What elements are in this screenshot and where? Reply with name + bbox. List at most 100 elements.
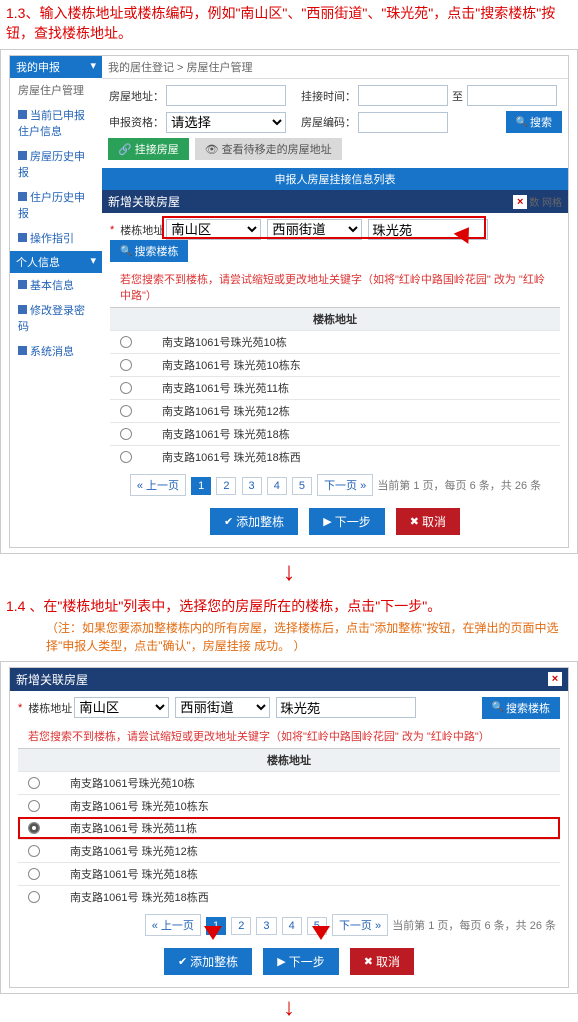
pager-page[interactable]: 4 [282, 917, 302, 935]
cancel-button[interactable]: ✖取消 [396, 508, 460, 535]
pager-page[interactable]: 3 [256, 917, 276, 935]
square-icon [18, 233, 27, 242]
square-icon [18, 305, 27, 314]
to-label: 至 [452, 88, 463, 104]
list-item-selected[interactable]: 南支路1061号 珠光苑11栋 [18, 817, 560, 839]
radio-icon[interactable] [28, 822, 40, 834]
time-label: 挂接时间： [300, 88, 356, 104]
district-select[interactable]: 南山区 [166, 219, 261, 240]
sidebar-item-basic[interactable]: 基本信息 [10, 273, 102, 298]
pager-next[interactable]: 下一页 » [317, 474, 373, 496]
pager-prev[interactable]: « 上一页 [145, 914, 201, 936]
add-block-button[interactable]: ✔添加整栋 [210, 508, 298, 535]
pagination: « 上一页 1 2 3 4 5 下一页 » 当前第 1 页，每页 6 条，共 2… [110, 468, 560, 502]
attach-house-button[interactable]: 🔗挂接房屋 [108, 138, 189, 160]
sidebar-item-current[interactable]: 当前已申报住户信息 [10, 103, 102, 144]
time-from-input[interactable] [358, 85, 448, 106]
sidebar-group-house[interactable]: 房屋住户管理 [10, 78, 102, 103]
radio-icon[interactable] [120, 451, 132, 463]
pager-page[interactable]: 5 [292, 477, 312, 495]
addr-input[interactable] [166, 85, 286, 106]
list-header: 楼栋地址 [110, 307, 560, 330]
list-item[interactable]: 南支路1061号 珠光苑11栋 [110, 376, 560, 399]
step14-instruction: 1.4 、在"楼栋地址"列表中，选择您的房屋所在的楼栋，点击"下一步"。 [0, 593, 578, 617]
close-icon[interactable]: × [548, 672, 562, 686]
check-icon: ✔ [178, 955, 187, 968]
list-item[interactable]: 南支路1061号 珠光苑12栋 [110, 399, 560, 422]
pager-prev[interactable]: « 上一页 [130, 474, 186, 496]
arrow-down-icon [312, 926, 330, 940]
list-item[interactable]: 南支路1061号 珠光苑18栋西 [110, 445, 560, 468]
qual-select[interactable]: 请选择 [166, 112, 286, 133]
sidebar-item-history-resident[interactable]: 住户历史申报 [10, 185, 102, 226]
radio-icon[interactable] [120, 382, 132, 394]
note-text: 若您搜索不到楼栋，请尝试缩短或更改地址关键字（如将"红岭中路国岭花园" 改为 "… [110, 267, 560, 307]
list-item[interactable]: 南支路1061号 珠光苑18栋西 [18, 885, 560, 908]
modal-addr-label: 楼栋地址 [24, 700, 72, 716]
search-building-button[interactable]: 搜索楼栋 [482, 697, 560, 719]
radio-icon[interactable] [120, 336, 132, 348]
next-button[interactable]: ▶下一步 [263, 948, 338, 975]
list-title-bar: 申报人房屋挂接信息列表 [102, 168, 568, 190]
arrow-down-icon: ↓ [0, 554, 578, 593]
pager-page[interactable]: 2 [231, 917, 251, 935]
radio-icon[interactable] [28, 868, 40, 880]
street-select[interactable]: 西丽街道 [175, 697, 270, 718]
radio-icon[interactable] [120, 359, 132, 371]
pager-next[interactable]: 下一页 » [332, 914, 388, 936]
x-icon: ✖ [410, 515, 419, 528]
pager-page[interactable]: 4 [267, 477, 287, 495]
radio-icon[interactable] [28, 777, 40, 789]
pager-page[interactable]: 1 [191, 477, 211, 495]
add-block-button[interactable]: ✔添加整栋 [164, 948, 252, 975]
list-item[interactable]: 南支路1061号 珠光苑10栋东 [110, 353, 560, 376]
list-item[interactable]: 南支路1061号 珠光苑12栋 [18, 839, 560, 862]
pager-info: 当前第 1 页，每页 6 条，共 26 条 [392, 920, 556, 932]
caret-icon: ▾ [90, 59, 96, 72]
code-input[interactable] [358, 112, 448, 133]
eye-icon: 👁 [205, 143, 219, 156]
arrow-right-icon: ▶ [323, 515, 331, 528]
radio-icon[interactable] [120, 405, 132, 417]
radio-icon[interactable] [28, 800, 40, 812]
square-icon [18, 346, 27, 355]
next-button[interactable]: ▶下一步 [309, 508, 384, 535]
street-select[interactable]: 西丽街道 [267, 219, 362, 240]
caret-icon: ▾ [90, 254, 96, 267]
x-icon: ✖ [364, 955, 373, 968]
close-icon[interactable]: × [513, 195, 527, 209]
block-input[interactable] [276, 697, 416, 718]
list-item[interactable]: 南支路1061号 珠光苑18栋 [18, 862, 560, 885]
view-pending-button[interactable]: 👁查看待移走的房屋地址 [195, 138, 342, 160]
check-icon: ✔ [224, 515, 233, 528]
pager-info: 当前第 1 页，每页 6 条，共 26 条 [377, 480, 541, 492]
radio-icon[interactable] [120, 428, 132, 440]
sidebar-head-declare[interactable]: 我的申报▾ [10, 56, 102, 78]
sidebar-item-history-house[interactable]: 房屋历史申报 [10, 144, 102, 185]
modal-title-bar-2: 新增关联房屋 × [10, 668, 568, 691]
sidebar-head-personal[interactable]: 个人信息▾ [10, 251, 102, 273]
sidebar-item-sysmsg[interactable]: 系统消息 [10, 339, 102, 364]
code-label: 房屋编码： [300, 114, 356, 130]
addr-label: 房屋地址： [108, 88, 164, 104]
list-item[interactable]: 南支路1061号 珠光苑10栋东 [18, 794, 560, 817]
district-select[interactable]: 南山区 [74, 697, 169, 718]
pager-page[interactable]: 2 [216, 477, 236, 495]
sidebar-item-guide[interactable]: 操作指引 [10, 226, 102, 251]
list-item[interactable]: 南支路1061号珠光苑10栋 [110, 330, 560, 353]
step14-note: （注：如果您要添加整楼栋内的所有房屋，选择楼栋后，点击"添加整栋"按钮，在弹出的… [0, 617, 578, 661]
square-icon [18, 110, 27, 119]
list-item[interactable]: 南支路1061号珠光苑10栋 [18, 771, 560, 794]
sidebar-item-password[interactable]: 修改登录密码 [10, 298, 102, 339]
modal-title-bar: 新增关联房屋 × 数 网格 [102, 190, 568, 213]
search-building-button[interactable]: 搜索楼栋 [110, 240, 188, 262]
square-icon [18, 151, 27, 160]
cancel-button[interactable]: ✖取消 [350, 948, 414, 975]
list-item[interactable]: 南支路1061号 珠光苑18栋 [110, 422, 560, 445]
radio-icon[interactable] [28, 891, 40, 903]
pager-page[interactable]: 3 [242, 477, 262, 495]
time-to-input[interactable] [467, 85, 557, 106]
search-button[interactable]: 搜索 [506, 111, 562, 133]
radio-icon[interactable] [28, 845, 40, 857]
square-icon [18, 192, 27, 201]
